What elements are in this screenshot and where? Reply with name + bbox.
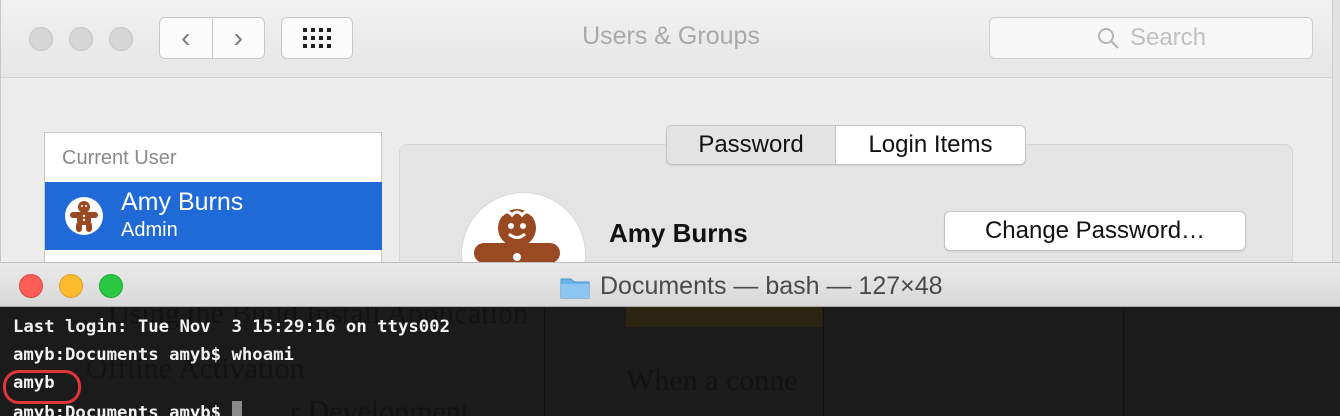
- window-title: Users & Groups: [582, 22, 760, 50]
- search-icon: [1097, 28, 1119, 49]
- tab-login-items[interactable]: Login Items: [836, 126, 1025, 164]
- detail-user-name: Amy Burns: [609, 218, 748, 248]
- prefs-toolbar: ‹ › Users & Groups Search: [1, 0, 1333, 78]
- close-button-inactive[interactable]: [29, 27, 53, 51]
- terminal-title-text: Documents — bash — 127×48: [600, 272, 943, 300]
- background-text: r Development: [290, 395, 470, 416]
- background-highlight: [626, 307, 822, 327]
- background-divider: [823, 307, 824, 416]
- terminal-prompt: amyb:Documents amyb$: [13, 403, 232, 416]
- screenshot-root: ‹ › Users & Groups Search Current User A…: [0, 0, 1340, 416]
- zoom-button-inactive[interactable]: [109, 27, 133, 51]
- background-divider: [1123, 307, 1124, 416]
- background-divider: [544, 307, 545, 416]
- gingerbread-man-icon: [65, 197, 103, 235]
- annotation-circle: [3, 370, 81, 404]
- minimize-button[interactable]: [59, 274, 83, 298]
- grid-icon: [303, 28, 331, 48]
- background-text: When a conne: [626, 364, 798, 397]
- terminal-title: Documents — bash — 127×48: [560, 272, 943, 301]
- text-cursor: [231, 401, 242, 416]
- close-button[interactable]: [19, 274, 43, 298]
- terminal-line: Last login: Tue Nov 3 15:29:16 on ttys00…: [13, 317, 450, 337]
- terminal-titlebar[interactable]: Documents — bash — 127×48: [0, 262, 1340, 307]
- show-all-button[interactable]: [281, 17, 353, 59]
- terminal-window: Documents — bash — 127×48 Using the Buil…: [0, 262, 1340, 416]
- user-role: Admin: [121, 219, 178, 241]
- terminal-body[interactable]: Using the Build Install Application Offl…: [0, 307, 1340, 416]
- user-list[interactable]: Current User Amy Burns Admin: [44, 132, 382, 272]
- nav-button-group: ‹ ›: [159, 17, 265, 59]
- window-edge: [1332, 0, 1340, 262]
- minimize-button-inactive[interactable]: [69, 27, 93, 51]
- chevron-left-icon: ‹: [181, 22, 191, 53]
- user-name: Amy Burns: [121, 188, 244, 216]
- tab-control: Password Login Items: [666, 125, 1026, 165]
- tab-password[interactable]: Password: [667, 126, 836, 164]
- folder-icon: [560, 278, 590, 298]
- search-placeholder: Search: [1129, 24, 1207, 51]
- change-password-button[interactable]: Change Password…: [944, 211, 1246, 251]
- zoom-button[interactable]: [99, 274, 123, 298]
- system-preferences-window: ‹ › Users & Groups Search Current User A…: [0, 0, 1340, 317]
- chevron-right-icon: ›: [233, 22, 243, 53]
- back-button[interactable]: ‹: [160, 18, 212, 58]
- terminal-line: amyb:Documents amyb$ whoami: [13, 345, 294, 365]
- user-row-selected[interactable]: Amy Burns Admin: [45, 182, 382, 250]
- list-header: Current User: [62, 147, 177, 169]
- forward-button[interactable]: ›: [211, 18, 265, 58]
- search-field[interactable]: Search: [989, 17, 1313, 59]
